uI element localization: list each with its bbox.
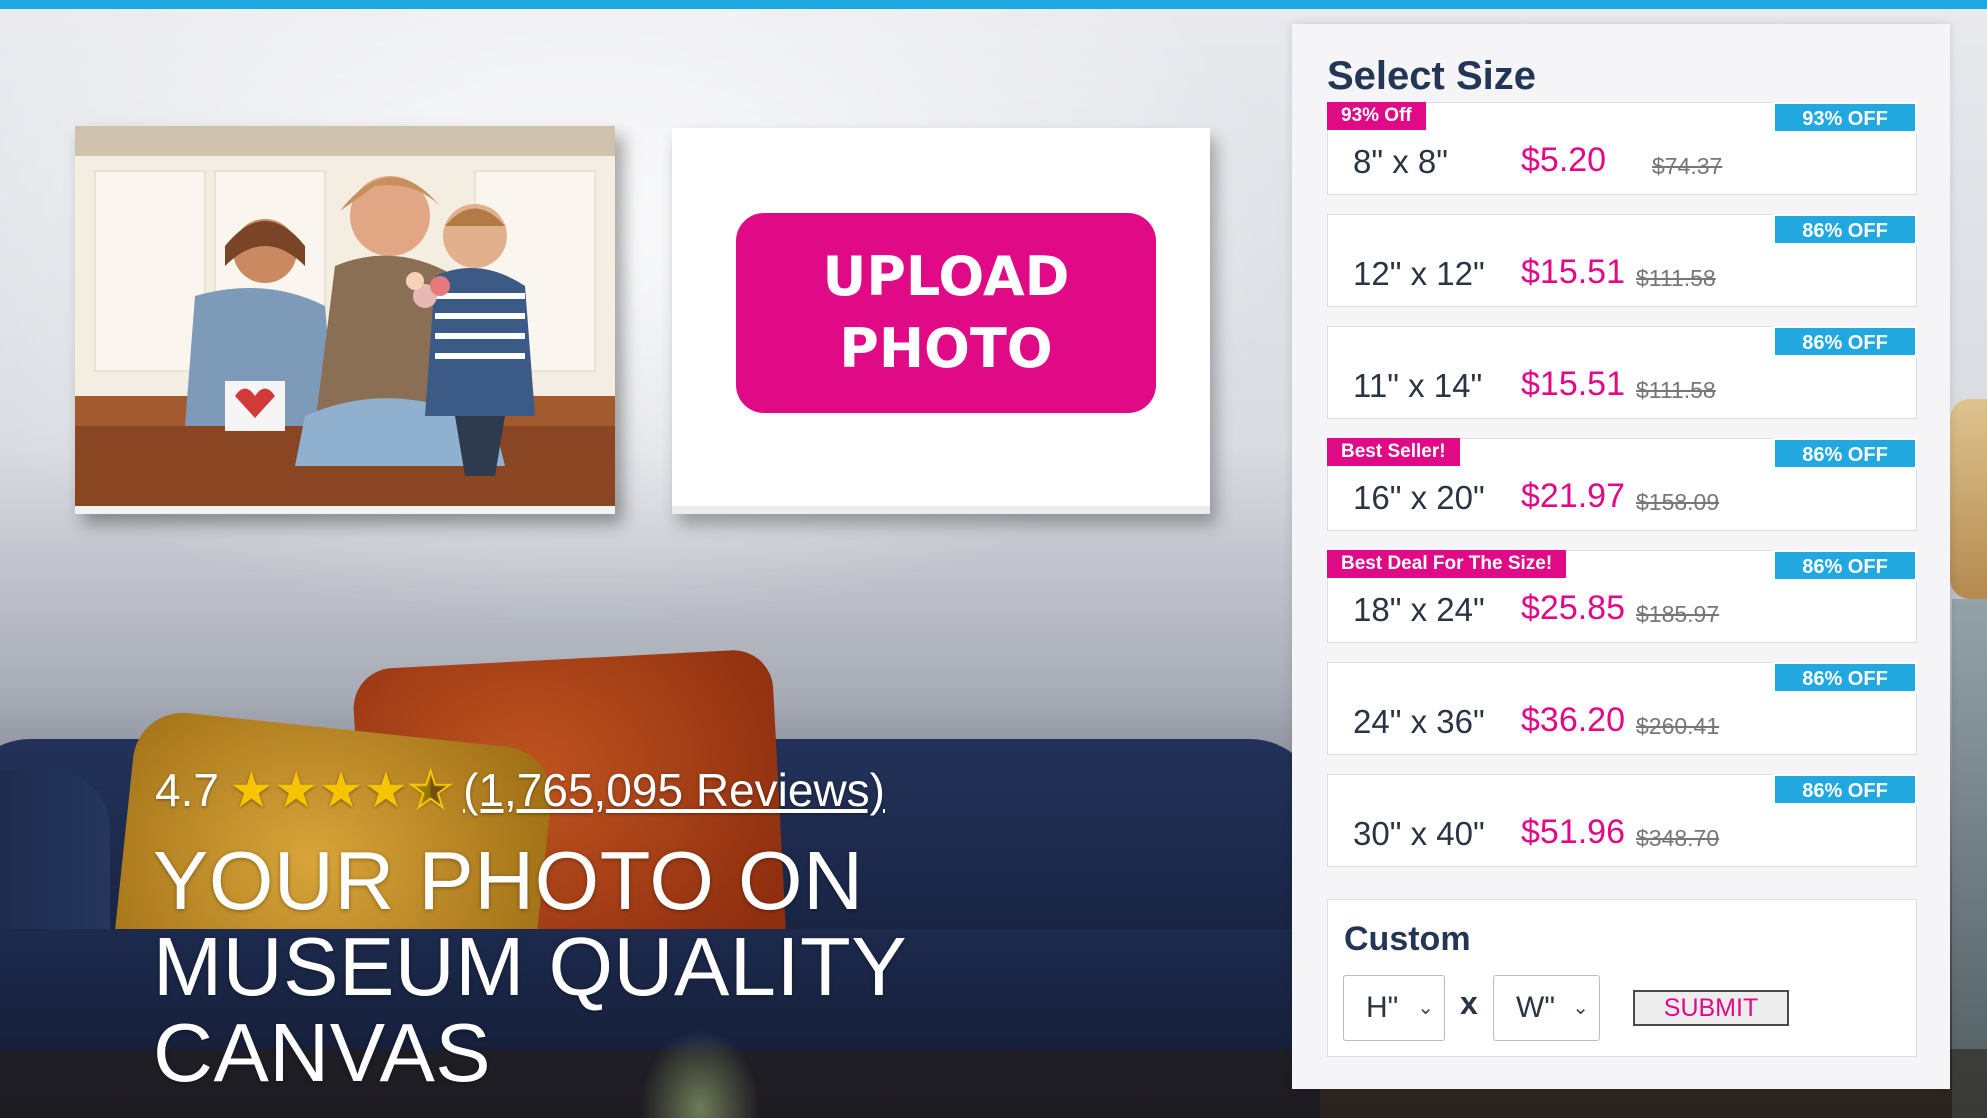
promo-tag: 93% Off <box>1327 102 1426 130</box>
size-option-24x36[interactable]: 86% OFF 24" x 36" $36.20 $260.41 <box>1327 662 1917 755</box>
size-label: 30" x 40" <box>1353 815 1485 852</box>
width-select[interactable]: W" ⌄ <box>1493 975 1600 1041</box>
size-option-16x20[interactable]: Best Seller! 86% OFF 16" x 20" $21.97 $1… <box>1327 438 1917 531</box>
reviews-link[interactable]: (1,765,095 Reviews) <box>463 763 885 817</box>
sale-price: $25.85 <box>1521 589 1625 627</box>
size-label: 11" x 14" <box>1353 367 1483 404</box>
chevron-down-icon: ⌄ <box>1572 997 1589 1019</box>
headline-line-2: MUSEUM QUALITY <box>153 920 908 1013</box>
width-select-value: W" <box>1516 991 1555 1024</box>
hero-headline: YOUR PHOTO ON MUSEUM QUALITY CANVAS <box>153 838 1013 1096</box>
discount-badge: 86% OFF <box>1773 438 1917 469</box>
discount-badge: 86% OFF <box>1773 774 1917 805</box>
sale-price: $21.97 <box>1521 477 1625 515</box>
rating-value: 4.7 <box>155 764 219 816</box>
height-select-value: H" <box>1366 991 1399 1024</box>
discount-badge: 86% OFF <box>1773 550 1917 581</box>
upload-canvas: UPLOAD PHOTO <box>672 128 1210 514</box>
original-price: $158.09 <box>1636 489 1720 515</box>
star-icon: ★ <box>273 762 319 818</box>
discount-badge: 93% OFF <box>1773 102 1917 133</box>
lamp-shade <box>1950 399 1987 599</box>
submit-button[interactable]: SUBMIT <box>1633 990 1789 1026</box>
original-price: $74.37 <box>1652 153 1723 179</box>
upload-line-2: PHOTO <box>839 317 1053 380</box>
upload-line-1: UPLOAD <box>822 245 1070 308</box>
original-price: $260.41 <box>1636 713 1720 739</box>
original-price: $348.70 <box>1636 825 1720 851</box>
custom-title: Custom <box>1344 920 1471 958</box>
discount-badge: 86% OFF <box>1773 214 1917 245</box>
sale-price: $51.96 <box>1521 813 1625 851</box>
size-label: 12" x 12" <box>1353 255 1485 292</box>
sale-price: $15.51 <box>1521 253 1625 291</box>
headline-line-1: YOUR PHOTO ON <box>153 834 864 927</box>
discount-badge: 86% OFF <box>1773 662 1917 693</box>
family-photo-image <box>75 126 615 506</box>
size-option-12x12[interactable]: 86% OFF 12" x 12" $15.51 $111.58 <box>1327 214 1917 307</box>
size-label: 8" x 8" <box>1353 143 1448 180</box>
upload-photo-button[interactable]: UPLOAD PHOTO <box>736 213 1156 413</box>
size-option-30x40[interactable]: 86% OFF 30" x 40" $51.96 $348.70 <box>1327 774 1917 867</box>
times-label: x <box>1460 985 1478 1021</box>
star-icon: ★ <box>318 762 364 818</box>
sample-photo-canvas <box>75 126 615 514</box>
star-icon: ★ <box>228 762 274 818</box>
sale-price: $36.20 <box>1521 701 1625 739</box>
headline-line-3: CANVAS <box>153 1006 492 1099</box>
size-selection-panel: Select Size 93% Off 93% OFF 8" x 8" $5.2… <box>1292 24 1950 1089</box>
top-accent-bar <box>0 0 1987 9</box>
star-icon: ★ <box>363 762 409 818</box>
promo-tag: Best Deal For The Size! <box>1327 550 1567 578</box>
chevron-down-icon: ⌄ <box>1417 997 1434 1019</box>
promo-tag: Best Seller! <box>1327 438 1460 466</box>
half-star-icon: ★ <box>407 762 454 818</box>
size-label: 24" x 36" <box>1353 703 1485 740</box>
original-price: $111.58 <box>1636 377 1716 403</box>
star-rating: ★ ★ ★ ★ ★ <box>228 762 454 818</box>
size-label: 16" x 20" <box>1353 479 1485 516</box>
rating-row: 4.7 ★ ★ ★ ★ ★ (1,765,095 Reviews) <box>155 760 885 820</box>
size-label: 18" x 24" <box>1353 591 1485 628</box>
sale-price: $5.20 <box>1521 141 1607 179</box>
custom-size-box: Custom H" ⌄ x W" ⌄ SUBMIT <box>1327 899 1917 1057</box>
size-option-11x14[interactable]: 86% OFF 11" x 14" $15.51 $111.58 <box>1327 326 1917 419</box>
height-select[interactable]: H" ⌄ <box>1343 975 1445 1041</box>
original-price: $185.97 <box>1636 601 1720 627</box>
size-option-8x8[interactable]: 93% Off 93% OFF 8" x 8" $5.20 $74.37 <box>1327 102 1917 195</box>
panel-title: Select Size <box>1327 54 1537 98</box>
discount-badge: 86% OFF <box>1773 326 1917 357</box>
original-price: $111.58 <box>1636 265 1716 291</box>
sale-price: $15.51 <box>1521 365 1625 403</box>
plant-edge <box>1952 599 1987 1118</box>
size-option-18x24[interactable]: Best Deal For The Size! 86% OFF 18" x 24… <box>1327 550 1917 643</box>
